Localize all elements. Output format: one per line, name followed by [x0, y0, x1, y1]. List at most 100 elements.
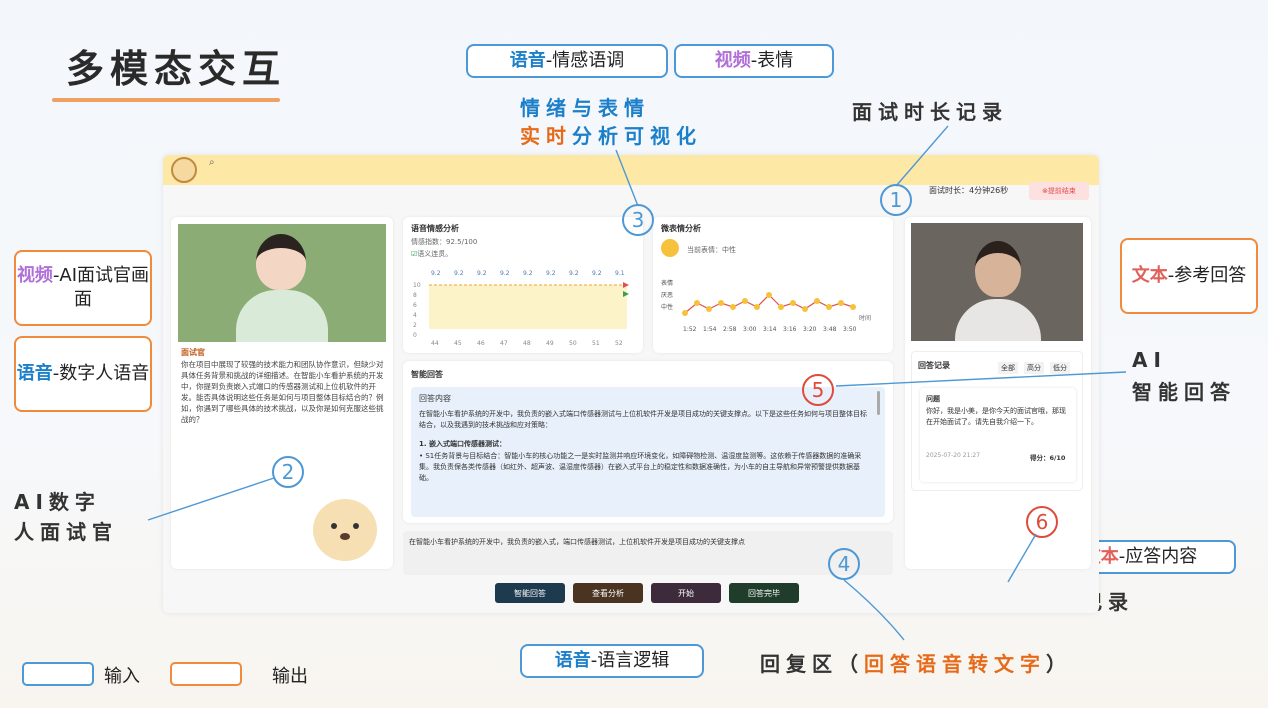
voice-x-tick: 49	[546, 340, 554, 347]
neutral-face-icon	[661, 239, 679, 257]
expression-point	[682, 310, 688, 316]
voice-y-tick: 8	[413, 292, 417, 299]
ai-answer-annotation-1: AI	[1132, 348, 1167, 372]
voice-y-tick: 0	[413, 332, 417, 339]
voice-x-tick: 44	[431, 340, 439, 347]
face-x-tick: 1:52	[683, 326, 697, 333]
reply-text: 在智能小车看护系统的开发中，我负责的嵌入式，端口传感器测试，上位机软件开发是项目…	[409, 538, 745, 546]
face-y-label: 表情	[661, 279, 673, 287]
expression-point	[694, 300, 700, 306]
expression-point	[790, 300, 796, 306]
face-x-tick: 1:54	[703, 326, 717, 333]
voice-x-tick: 48	[523, 340, 531, 347]
legend-input-label: 输入	[104, 666, 140, 687]
expression-point	[802, 306, 808, 312]
voice-x-tick: 51	[592, 340, 600, 347]
face-xlabel: 时间	[859, 314, 871, 322]
smart-answer-heading: 1. 嵌入式端口传感器测试：	[419, 440, 506, 448]
voice-card-title: 语音情感分析	[411, 224, 459, 233]
expression-point	[778, 304, 784, 310]
tag-voice-logic: 语音 -语言逻辑	[520, 644, 704, 678]
ai-interviewer-annotation-2: 人面试官	[14, 520, 118, 544]
face-x-tick: 3:16	[783, 326, 797, 333]
ai-answer-annotation-2: 智能回答	[1132, 380, 1236, 404]
marker-6: 6	[1026, 506, 1058, 538]
smart-answer-scrollbar[interactable]	[877, 391, 880, 415]
face-card-title: 微表情分析	[661, 224, 701, 233]
app-logo-icon	[171, 157, 197, 183]
voice-y-tick: 2	[413, 322, 417, 329]
ai-interviewer-video	[178, 224, 386, 342]
marker-2: 2	[272, 456, 304, 488]
expression-point	[754, 304, 760, 310]
expression-point	[730, 304, 736, 310]
voice-value-label: 9.2	[592, 270, 602, 277]
micro-expression-card: 微表情分析 当前表情：中性 表情 厌恶 中性 1:52 1:54 2:58 3:00 3:1…	[653, 217, 893, 353]
tag-voice-emotion: 语音 -情感语调	[466, 44, 668, 78]
filter-low[interactable]: 低分	[1050, 362, 1070, 374]
end-interview-button[interactable]: ⊗提前结束	[1029, 182, 1089, 200]
legend-output-label: 输出	[272, 666, 308, 687]
smart-answer-content: 回答内容 在智能小车看护系统的开发中，我负责的嵌入式端口传感器测试与上位机软件开…	[411, 387, 885, 517]
filter-high[interactable]: 高分	[1024, 362, 1044, 374]
marker-5: 5	[802, 374, 834, 406]
voice-x-tick: 46	[477, 340, 485, 347]
record-question-text: 你好，我是小美，是你今天的面试官哦，那现在开始面试了。请先自我介绍一下。	[926, 407, 1066, 426]
emotion-annotation-line1: 情绪与表情	[520, 96, 650, 120]
marker-1: 1	[880, 184, 912, 216]
voice-y-tick: 4	[413, 312, 417, 319]
voice-value-label: 9.2	[454, 270, 464, 277]
voice-x-tick: 50	[569, 340, 577, 347]
candidate-video	[911, 223, 1083, 341]
answer-done-button[interactable]: 回答完毕	[729, 583, 799, 603]
face-y-label: 厌恶	[661, 292, 673, 299]
page-title: 多模态交互	[66, 47, 287, 91]
smart-answer-title: 智能回答	[411, 370, 443, 379]
voice-value-label: 9.2	[431, 270, 441, 277]
search-icon[interactable]: ⌕	[209, 157, 215, 168]
face-y-label: 中性	[661, 303, 673, 311]
reply-area-annotation: 回复区（回答语音转文字）	[760, 652, 1072, 676]
emotion-annotation-line2: 实时分析可视化	[520, 124, 702, 148]
smart-answer-subtitle: 回答内容	[419, 394, 451, 403]
voice-value-label: 9.1	[615, 270, 625, 277]
voice-value-label: 9.2	[569, 270, 579, 277]
voice-value-label: 9.2	[546, 270, 556, 277]
start-button[interactable]: 开始	[651, 583, 721, 603]
legend-output-swatch	[170, 662, 242, 686]
ai-interviewer-annotation-1: AI数字	[14, 490, 101, 514]
interviewer-question: 你在项目中展现了较强的技术能力和团队协作意识，但缺少对具体任务背景和挑战的详细描…	[181, 360, 384, 424]
face-x-tick: 3:50	[843, 326, 857, 333]
expression-point	[838, 300, 844, 306]
voice-x-tick: 52	[615, 340, 623, 347]
voice-chart: 9.2 9.2 9.2 9.2 9.2 9.2 9.2 9.2 9.1 44 45 46 47 48 49…	[413, 270, 629, 347]
face-x-tick: 3:20	[803, 326, 817, 333]
face-x-tick: 3:48	[823, 326, 837, 333]
expression-point	[742, 298, 748, 304]
expression-point	[718, 300, 724, 306]
legend-input-swatch	[22, 662, 94, 686]
expression-point	[706, 306, 712, 312]
duration-label: 面试时长：4分钟26秒	[929, 186, 1009, 195]
filter-all[interactable]: 全部	[998, 362, 1018, 374]
face-x-tick: 2:58	[723, 326, 737, 333]
expression-point	[826, 304, 832, 310]
title-underline	[52, 98, 280, 102]
record-item[interactable]: 问题 你好，我是小美，是你今天的面试官哦，那现在开始面试了。请先自我介绍一下。 …	[920, 388, 1076, 482]
voice-x-tick: 47	[500, 340, 508, 347]
voice-chart-band	[429, 285, 627, 329]
interviewer-card: 面试官 你在项目中展现了较强的技术能力和团队协作意识，但缺少对具体任务背景和挑战…	[171, 217, 393, 569]
interviewer-label: 面试官	[181, 348, 205, 357]
voice-value-label: 9.2	[523, 270, 533, 277]
smart-answer-button[interactable]: 智能回答	[495, 583, 565, 603]
marker-4: 4	[828, 548, 860, 580]
tag-video-expression: 视频 -表情	[674, 44, 834, 78]
reply-input-area[interactable]: 在智能小车看护系统的开发中，我负责的嵌入式，端口传感器测试，上位机软件开发是项目…	[403, 531, 893, 575]
app-topbar: ⌕	[163, 155, 1099, 185]
expression-chart: 表情厌恶中性 1:52 1:54 2:58 3:00 3:14 3:16 3:20 3:48 3…	[661, 279, 871, 333]
face-x-tick: 3:14	[763, 326, 777, 333]
view-analysis-button[interactable]: 查看分析	[573, 583, 643, 603]
duration-annotation: 面试时长记录	[852, 100, 1008, 124]
mascot-dog-icon	[313, 499, 377, 561]
tag-voice-digital: 语音-数字人语音	[14, 336, 152, 412]
